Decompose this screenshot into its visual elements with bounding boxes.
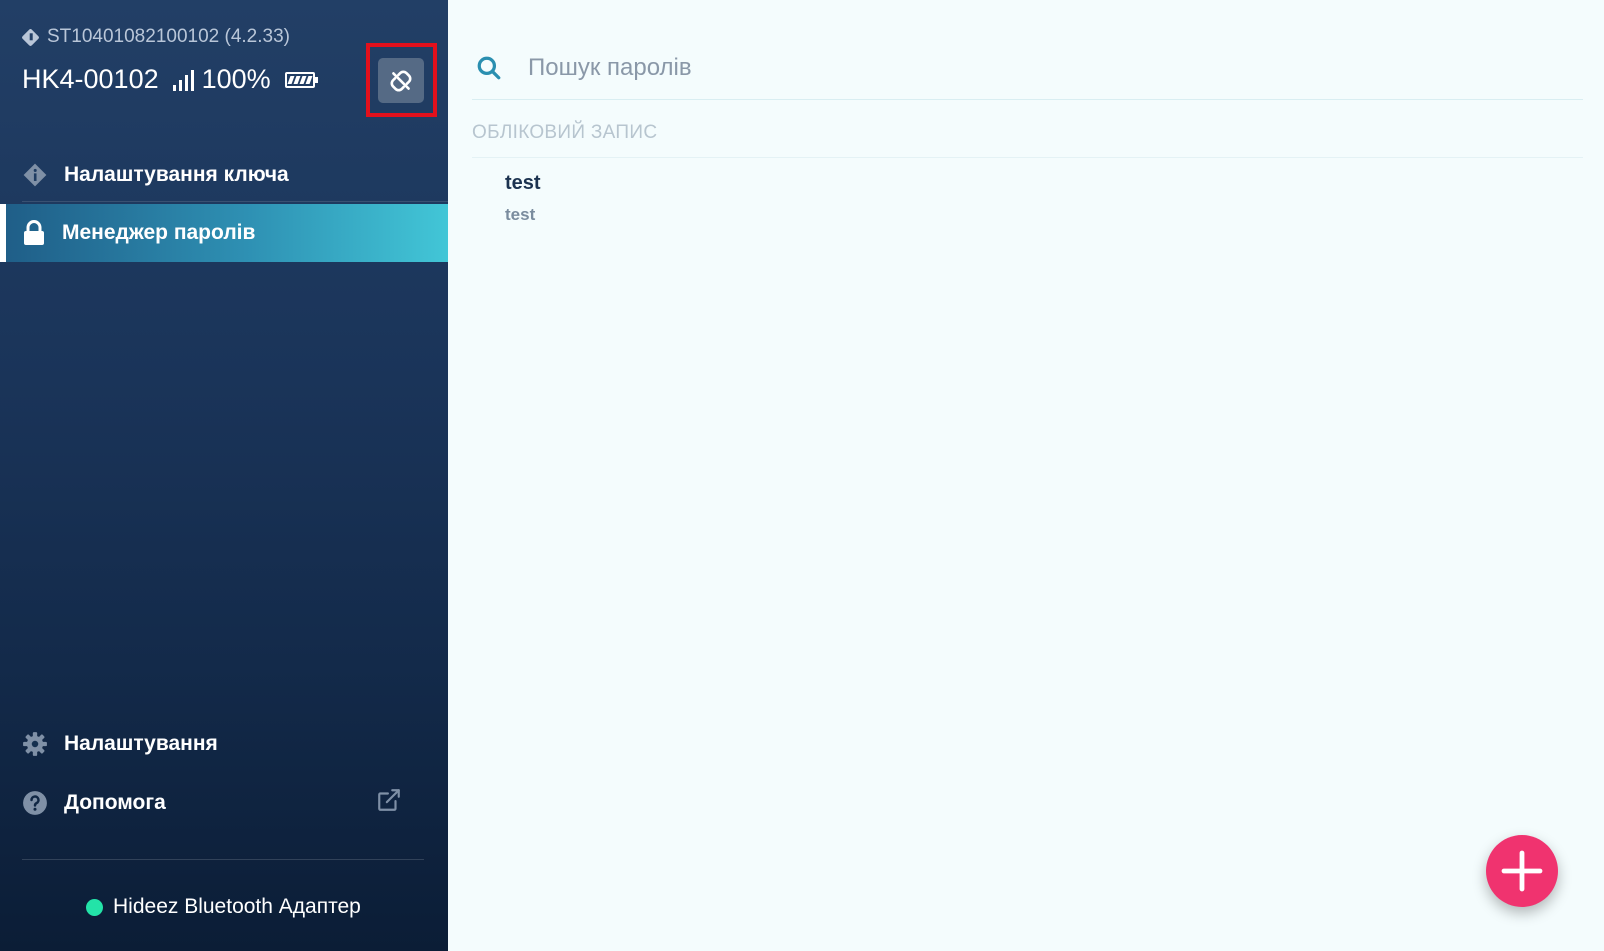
unlink-icon — [390, 70, 412, 91]
help-icon — [23, 791, 47, 815]
bluetooth-adapter-status: Hideez Bluetooth Адаптер — [86, 895, 361, 919]
plus-icon — [1501, 850, 1543, 892]
app-window: ST10401082100102 (4.2.33) HK4-00102 100% — [0, 0, 1604, 951]
sidebar-item-label: Допомога — [64, 791, 166, 814]
section-divider — [472, 157, 1583, 158]
battery-percent: 100% — [201, 64, 271, 94]
connection-status-dot — [86, 898, 103, 916]
search-underline — [472, 99, 1583, 100]
external-link-icon[interactable] — [376, 787, 402, 813]
sidebar-item-password-manager[interactable]: Менеджер паролів — [0, 204, 448, 262]
account-list-item[interactable]: test test — [505, 172, 541, 225]
device-serial: ST10401082100102 (4.2.33) — [21, 26, 290, 48]
sidebar-item-settings[interactable]: Налаштування — [0, 715, 448, 773]
device-info-icon — [21, 27, 40, 47]
account-name: test — [505, 172, 541, 194]
adapter-label: Hideez Bluetooth Адаптер — [113, 895, 361, 918]
add-account-button[interactable] — [1486, 835, 1558, 907]
account-login: test — [505, 205, 536, 224]
sidebar-item-label: Налаштування — [64, 732, 218, 755]
device-serial-text: ST10401082100102 (4.2.33) — [47, 26, 290, 47]
sidebar-item-label: Налаштування ключа — [64, 163, 289, 186]
sidebar: ST10401082100102 (4.2.33) HK4-00102 100% — [0, 0, 448, 951]
accounts-section-title: ОБЛІКОВИЙ ЗАПИС — [472, 122, 658, 143]
password-manager-panel: ОБЛІКОВИЙ ЗАПИС test test — [448, 0, 1604, 951]
nav-divider — [22, 201, 448, 202]
lock-icon — [24, 220, 44, 245]
device-status-row: HK4-00102 100% — [22, 64, 318, 95]
sidebar-bottom-divider — [22, 859, 424, 860]
sidebar-item-key-settings[interactable]: Налаштування ключа — [0, 146, 448, 204]
search-bar — [476, 36, 1586, 100]
disconnect-button[interactable] — [378, 58, 424, 103]
search-input[interactable] — [526, 53, 1526, 83]
search-icon — [477, 56, 501, 80]
sidebar-item-label: Менеджер паролів — [62, 221, 256, 244]
battery-icon — [284, 71, 318, 88]
gear-icon — [23, 732, 47, 756]
key-info-icon — [23, 163, 47, 187]
signal-strength-icon — [172, 69, 194, 91]
device-name: HK4-00102 — [22, 64, 159, 94]
